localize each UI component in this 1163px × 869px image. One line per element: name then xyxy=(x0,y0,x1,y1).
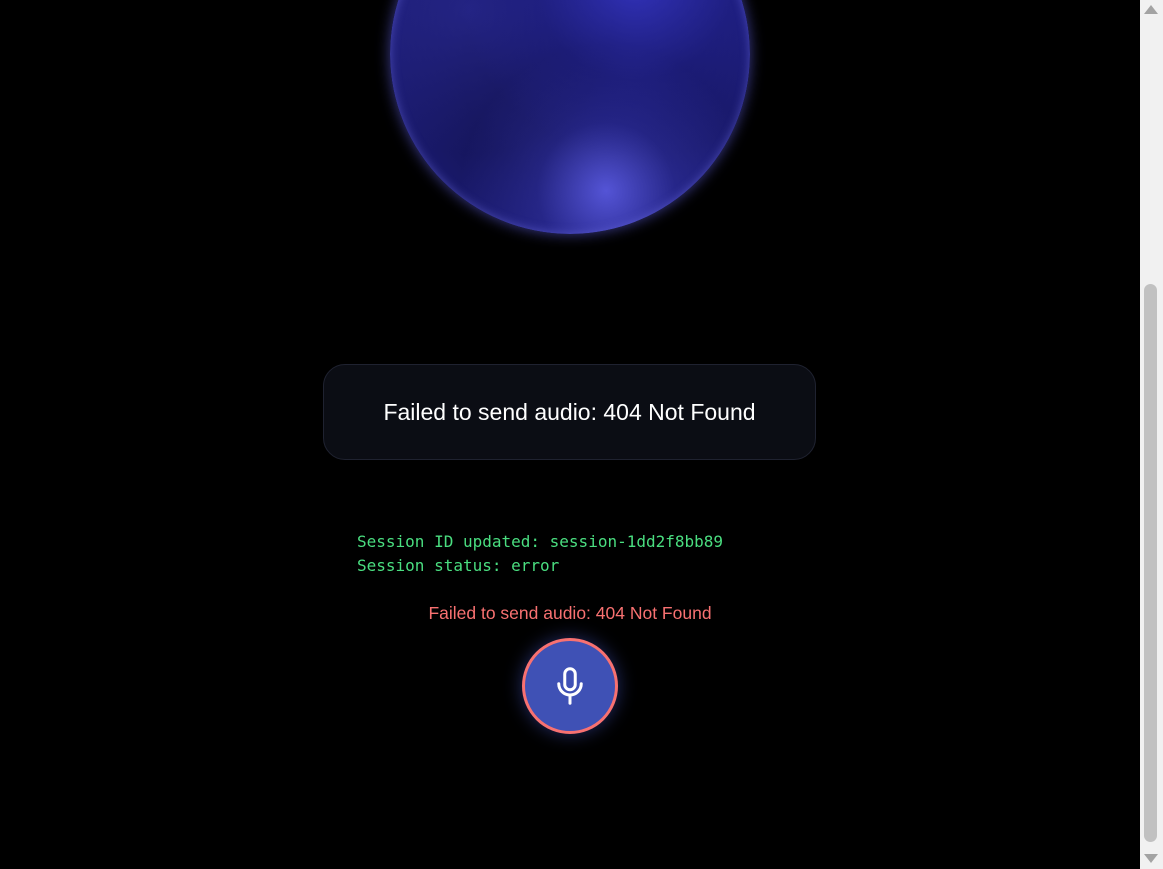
log-line-session-id: Session ID updated: session-1dd2f8bb89 xyxy=(357,532,724,551)
session-log: Session ID updated: session-1dd2f8bb89 Se… xyxy=(357,530,723,578)
microphone-icon xyxy=(552,666,588,706)
scroll-down-arrow-icon[interactable] xyxy=(1144,854,1158,863)
mic-button[interactable] xyxy=(522,638,618,734)
scrollbar-thumb[interactable] xyxy=(1144,284,1157,842)
voice-orb xyxy=(390,0,750,234)
voice-app-viewport: Failed to send audio: 404 Not Found Sess… xyxy=(0,0,1140,869)
log-line-session-status: Session status: error xyxy=(357,556,560,575)
error-message: Failed to send audio: 404 Not Found xyxy=(428,603,712,623)
vertical-scrollbar[interactable] xyxy=(1140,0,1163,869)
scroll-up-arrow-icon[interactable] xyxy=(1144,5,1158,14)
message-text: Failed to send audio: 404 Not Found xyxy=(383,398,756,425)
message-card: Failed to send audio: 404 Not Found xyxy=(323,364,816,460)
